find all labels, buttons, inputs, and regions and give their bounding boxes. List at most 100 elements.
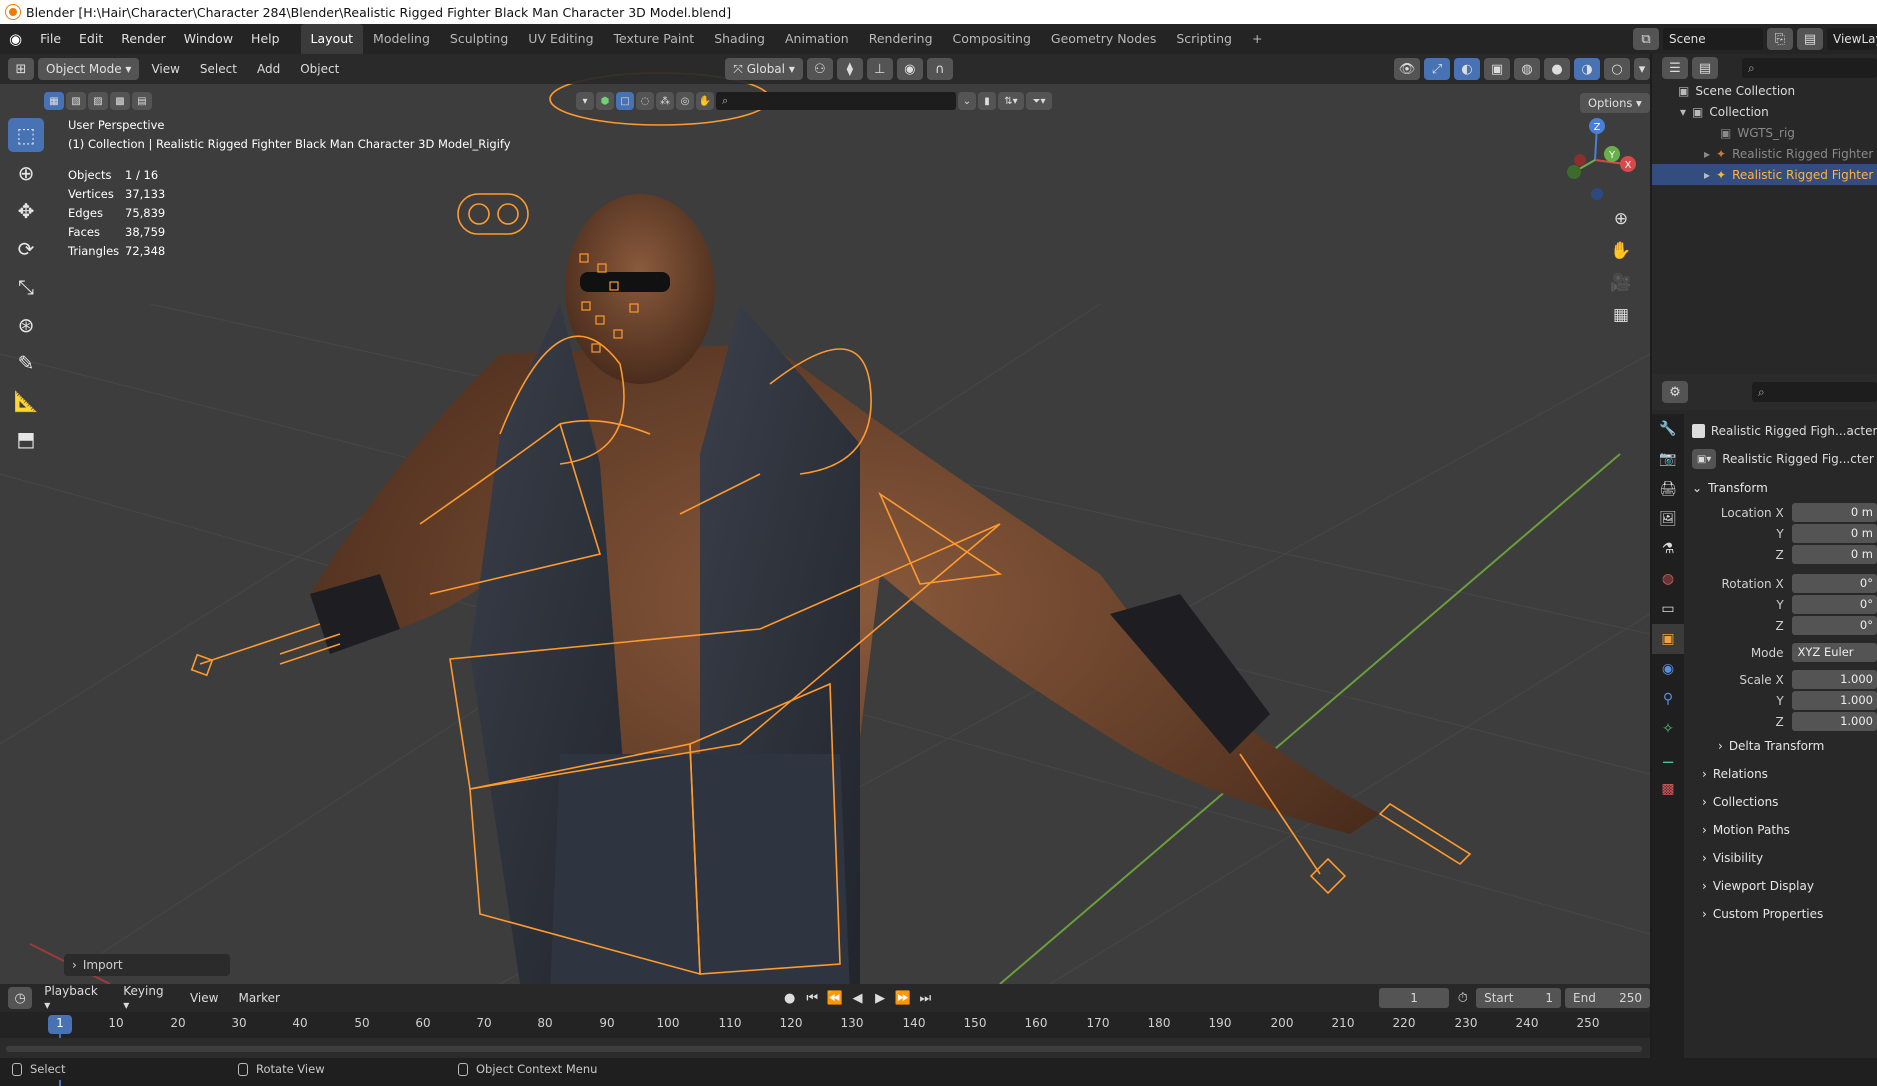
output-tab-icon[interactable]: 🖨 bbox=[1652, 474, 1684, 504]
pivot-icon[interactable]: ⚇ bbox=[806, 58, 833, 80]
menu-render[interactable]: Render bbox=[112, 24, 175, 54]
outliner-item-armature[interactable]: ▸ ✦ Realistic Rigged Fighter Bl bbox=[1652, 143, 1877, 164]
menu-object[interactable]: Object bbox=[292, 62, 347, 76]
world-icon[interactable]: ◎ bbox=[676, 92, 694, 110]
rotate-tool-icon[interactable]: ⟳ bbox=[8, 232, 44, 266]
menu-window[interactable]: Window bbox=[175, 24, 242, 54]
tool-tab-icon[interactable]: 🔧 bbox=[1652, 414, 1684, 444]
play-reverse-icon[interactable]: ◀ bbox=[848, 987, 867, 1009]
select-invert-icon[interactable]: ▩ bbox=[110, 92, 130, 110]
options-dropdown[interactable]: Options ▾ bbox=[1580, 93, 1650, 113]
select-box-icon[interactable]: □ bbox=[616, 92, 634, 110]
proportional-edit-icon[interactable]: ◉ bbox=[896, 58, 923, 80]
jump-end-icon[interactable]: ⏭ bbox=[916, 987, 935, 1009]
tab-rendering[interactable]: Rendering bbox=[859, 24, 943, 54]
add-workspace-icon[interactable]: + bbox=[1242, 24, 1272, 54]
camera-view-icon[interactable]: 🎥 bbox=[1606, 268, 1636, 298]
view-layer-tab-icon[interactable]: 🖼 bbox=[1652, 504, 1684, 534]
panel-visibility[interactable]: › Visibility bbox=[1692, 844, 1877, 872]
falloff-icon[interactable]: ∩ bbox=[926, 58, 953, 80]
menu-file[interactable]: File bbox=[31, 24, 70, 54]
gizmo-toggle-icon[interactable]: ⤢ bbox=[1424, 58, 1450, 80]
rotation-x-field[interactable]: 0° bbox=[1791, 574, 1877, 593]
timeline-track-area[interactable] bbox=[0, 1038, 1650, 1058]
filter-dropdown-icon[interactable]: ▾ bbox=[576, 92, 594, 110]
scale-x-field[interactable]: 1.000 bbox=[1791, 670, 1877, 689]
3d-viewport[interactable]: ⊞ Object Mode ▾ View Select Add Object ⤧… bbox=[0, 54, 1650, 984]
timeline-editor-icon[interactable]: ◷ bbox=[8, 987, 33, 1009]
timeline-ruler[interactable]: 1 10 20 30 40 50 60 70 80 90 100 110 120… bbox=[0, 1012, 1650, 1086]
sort-icon[interactable]: ⇅▾ bbox=[998, 92, 1024, 110]
menu-edit[interactable]: Edit bbox=[70, 24, 112, 54]
rotation-mode-dropdown[interactable]: XYZ Euler bbox=[1791, 643, 1877, 662]
jump-start-icon[interactable]: ⏮ bbox=[803, 987, 822, 1009]
add-cube-tool-icon[interactable]: ⬒ bbox=[8, 422, 44, 456]
texture-tab-icon[interactable]: ▩ bbox=[1652, 774, 1684, 804]
current-frame-field[interactable]: 1 bbox=[1378, 988, 1450, 1008]
transform-panel-header[interactable]: ⌄ Transform bbox=[1692, 474, 1877, 502]
panel-viewport-display[interactable]: › Viewport Display bbox=[1692, 872, 1877, 900]
rotation-y-field[interactable]: 0° bbox=[1791, 595, 1877, 614]
tab-layout[interactable]: Layout bbox=[300, 24, 364, 54]
hand-icon[interactable]: ✋ bbox=[696, 92, 714, 110]
select-new-icon[interactable]: ▦ bbox=[44, 92, 64, 110]
outliner-search-input[interactable]: ⌕ bbox=[1742, 58, 1877, 78]
stopwatch-icon[interactable]: ⏱ bbox=[1453, 987, 1472, 1009]
physics-tab-icon[interactable]: ◉ bbox=[1652, 654, 1684, 684]
filter-icon[interactable]: ⏷▾ bbox=[1026, 92, 1052, 110]
constraints-tab-icon[interactable]: ⚲ bbox=[1652, 684, 1684, 714]
editor-type-icon[interactable]: ⊞ bbox=[8, 58, 34, 80]
last-operator-panel[interactable]: › Import bbox=[64, 954, 230, 976]
snap-icon[interactable]: ⧫ bbox=[836, 58, 863, 80]
expand-arrow-icon[interactable]: ▸ bbox=[1704, 147, 1710, 161]
menu-timeline-view[interactable]: View bbox=[182, 991, 226, 1005]
tab-texture-paint[interactable]: Texture Paint bbox=[604, 24, 705, 54]
start-frame-field[interactable]: Start 1 bbox=[1476, 988, 1562, 1008]
expand-arrow-icon[interactable]: ▾ bbox=[1680, 105, 1686, 119]
outliner-editor-icon[interactable]: ☰ bbox=[1662, 57, 1688, 79]
menu-keying[interactable]: Keying ▾ bbox=[115, 984, 178, 1012]
outliner-item-collection[interactable]: ▾ ▣ Collection bbox=[1652, 101, 1877, 122]
location-z-field[interactable]: 0 m bbox=[1791, 545, 1877, 564]
bone-tab-icon[interactable]: ⚊ bbox=[1652, 744, 1684, 774]
tab-uv-editing[interactable]: UV Editing bbox=[518, 24, 603, 54]
timeline-scrollbar[interactable] bbox=[6, 1046, 1642, 1052]
tab-sculpting[interactable]: Sculpting bbox=[440, 24, 518, 54]
navigation-gizmo[interactable]: Z X Y bbox=[1550, 112, 1640, 202]
menu-marker[interactable]: Marker bbox=[230, 991, 287, 1005]
scale-z-field[interactable]: 1.000 bbox=[1791, 712, 1877, 731]
sphere-icon[interactable]: ◌ bbox=[636, 92, 654, 110]
scale-tool-icon[interactable]: ⤡ bbox=[8, 270, 44, 304]
area-divider[interactable] bbox=[1650, 984, 1652, 1058]
collapse-icon[interactable]: ⌄ bbox=[958, 92, 976, 110]
menu-playback[interactable]: Playback ▾ bbox=[36, 984, 111, 1012]
expand-arrow-icon[interactable]: ▸ bbox=[1704, 168, 1710, 182]
shading-solid-icon[interactable]: ● bbox=[1544, 58, 1570, 80]
display-mode-icon[interactable]: ▤ bbox=[1692, 57, 1718, 79]
mode-dropdown[interactable]: Object Mode ▾ bbox=[38, 58, 140, 80]
world-tab-icon[interactable]: ◍ bbox=[1652, 564, 1684, 594]
panel-collections[interactable]: › Collections bbox=[1692, 788, 1877, 816]
shading-options-icon[interactable]: ▾ bbox=[1634, 58, 1650, 80]
panel-relations[interactable]: › Relations bbox=[1692, 760, 1877, 788]
measure-tool-icon[interactable]: 📐 bbox=[8, 384, 44, 418]
pan-hand-icon[interactable]: ✋ bbox=[1606, 236, 1636, 266]
next-keyframe-icon[interactable]: ⏩ bbox=[893, 987, 912, 1009]
transform-tool-icon[interactable]: ⊛ bbox=[8, 308, 44, 342]
tab-animation[interactable]: Animation bbox=[775, 24, 859, 54]
menu-add[interactable]: Add bbox=[249, 62, 288, 76]
menu-select[interactable]: Select bbox=[192, 62, 245, 76]
zoom-icon[interactable]: ⊕ bbox=[1606, 204, 1636, 234]
shading-rendered-icon[interactable]: ○ bbox=[1604, 58, 1630, 80]
scale-y-field[interactable]: 1.000 bbox=[1791, 691, 1877, 710]
location-x-field[interactable]: 0 m bbox=[1791, 503, 1877, 522]
cursor-tool-icon[interactable]: ⊕ bbox=[8, 156, 44, 190]
object-name[interactable]: Realistic Rigged Figh...acter 3l bbox=[1711, 424, 1877, 438]
properties-editor-icon[interactable]: ⚙ bbox=[1662, 381, 1688, 403]
collection-tab-icon[interactable]: ▭ bbox=[1652, 594, 1684, 624]
tab-compositing[interactable]: Compositing bbox=[943, 24, 1041, 54]
panel-motion-paths[interactable]: › Motion Paths bbox=[1692, 816, 1877, 844]
select-extend-icon[interactable]: ▧ bbox=[66, 92, 86, 110]
record-icon[interactable]: ● bbox=[780, 987, 799, 1009]
select-subtract-icon[interactable]: ▨ bbox=[88, 92, 108, 110]
